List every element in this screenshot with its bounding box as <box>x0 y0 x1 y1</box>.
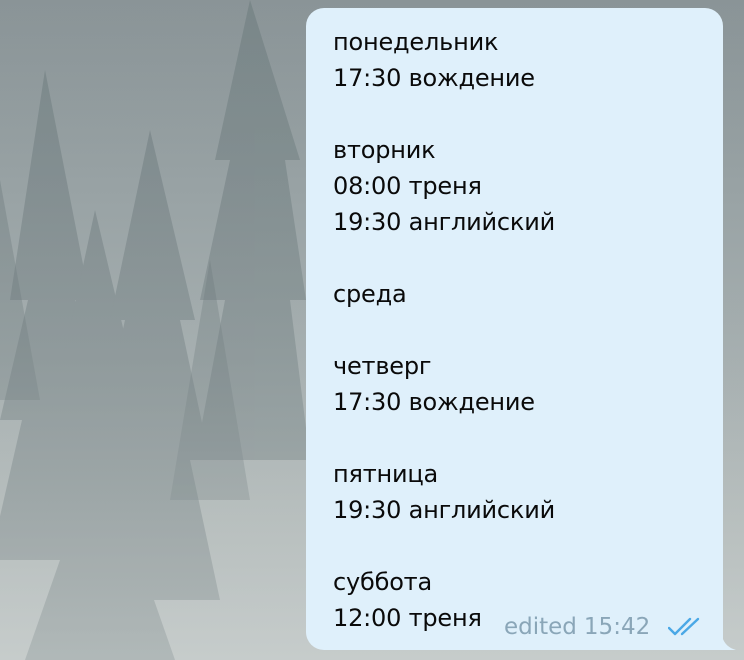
message-line <box>333 312 693 348</box>
message-line: среда <box>333 280 407 308</box>
edited-label: edited <box>504 614 577 640</box>
message-line: 17:30 вождение <box>333 64 535 92</box>
double-check-icon <box>668 617 700 636</box>
message-line: 19:30 английский <box>333 496 556 524</box>
message-line <box>333 528 693 564</box>
message-meta: edited 15:42 <box>504 611 706 643</box>
message-line: понедельник <box>333 28 499 56</box>
message-line <box>333 96 693 132</box>
bubble-tail <box>722 636 736 650</box>
message-time: 15:42 <box>583 614 651 640</box>
message-line: 17:30 вождение <box>333 388 535 416</box>
message-line <box>333 240 693 276</box>
message-line <box>333 420 693 456</box>
message-line: суббота <box>333 568 432 596</box>
message-line: 08:00 треня <box>333 172 482 200</box>
message-line: пятница <box>333 460 439 488</box>
message-line: вторник <box>333 136 436 164</box>
message-text: понедельник 17:30 вождение вторник 08:00… <box>333 24 693 636</box>
message-line: 19:30 английский <box>333 208 556 236</box>
message-line: четверг <box>333 352 432 380</box>
